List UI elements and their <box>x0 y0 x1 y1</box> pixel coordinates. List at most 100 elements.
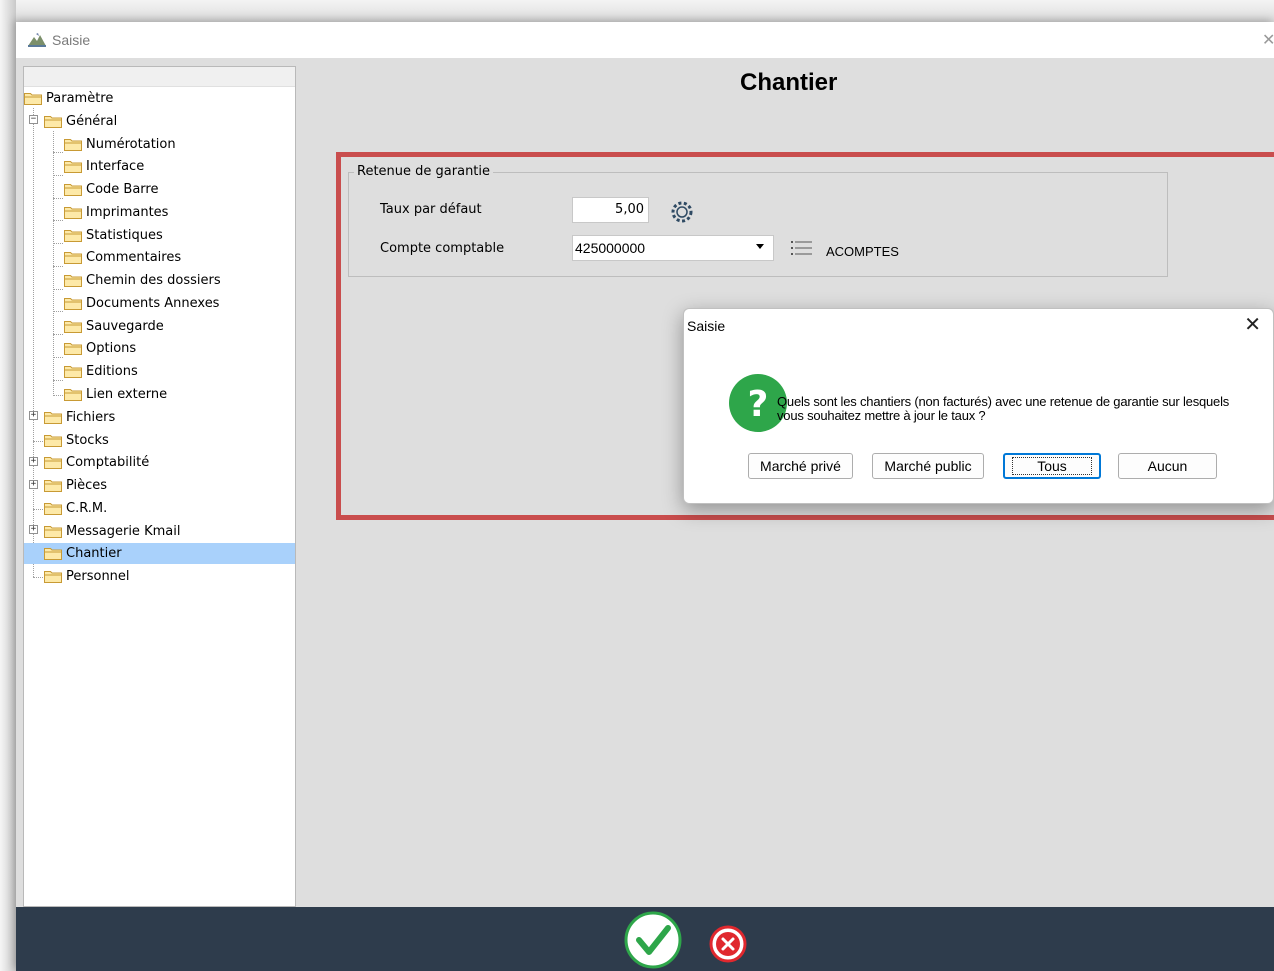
window-titlebar: Saisie ✕ <box>16 22 1274 58</box>
tree-item-label: Général <box>66 114 118 129</box>
tree-item-stocks[interactable]: Stocks <box>44 430 109 451</box>
page-title: Chantier <box>740 69 838 96</box>
tree-item-personnel[interactable]: Personnel <box>44 566 130 587</box>
folder-icon <box>64 366 82 378</box>
tree-expander[interactable]: + <box>29 525 38 534</box>
tree-guide <box>53 357 63 358</box>
tree-guide <box>53 334 63 335</box>
tree-item-interface[interactable]: Interface <box>64 156 144 177</box>
retenue-groupbox <box>348 172 1168 277</box>
tree-guide <box>53 152 63 153</box>
confirm-dialog: Saisie ✕ ? Quels sont les chantiers (non… <box>683 308 1274 504</box>
dialog-close-button[interactable]: ✕ <box>1244 315 1261 335</box>
tree-item-fichiers[interactable]: Fichiers <box>44 407 115 428</box>
chevron-down-icon[interactable] <box>756 244 764 249</box>
tree-guide <box>33 577 43 578</box>
tree-item-label: Interface <box>86 159 145 174</box>
account-label: Compte comptable <box>380 241 505 256</box>
tous-button[interactable]: Tous <box>1003 453 1101 479</box>
tree-item-label: Statistiques <box>86 228 163 243</box>
tree-guide <box>33 108 34 577</box>
tree-item-label: Personnel <box>66 569 130 584</box>
tree-item-lien-externe[interactable]: Lien externe <box>64 384 167 405</box>
tree-item-comptabilite[interactable]: Comptabilité <box>44 452 149 473</box>
tree-item-numerotation[interactable]: Numérotation <box>64 134 176 155</box>
tree-expander[interactable]: + <box>29 480 38 489</box>
tree-guide <box>53 266 63 267</box>
tree-header <box>24 67 295 87</box>
tree-item-options[interactable]: Options <box>64 338 136 359</box>
tree-expander[interactable]: + <box>29 411 38 420</box>
tree-item-label: Imprimantes <box>86 205 169 220</box>
tree-expander[interactable]: − <box>29 115 38 124</box>
marche-public-button[interactable]: Marché public <box>872 453 984 479</box>
tree-guide <box>53 395 63 396</box>
tree-item-documents-annexes[interactable]: Documents Annexes <box>64 293 219 314</box>
tree-item-messagerie-kmail[interactable]: Messagerie Kmail <box>44 521 180 542</box>
tree-item-commentaires[interactable]: Commentaires <box>64 247 181 268</box>
tree-item-imprimantes[interactable]: Imprimantes <box>64 202 168 223</box>
tree-item-label: Fichiers <box>66 410 116 425</box>
gear-icon[interactable] <box>667 198 697 226</box>
rate-input[interactable]: 5,00 <box>572 197 649 223</box>
tree-item-label: Sauvegarde <box>86 319 164 334</box>
tree-item-code-barre[interactable]: Code Barre <box>64 179 158 200</box>
account-name: ACOMPTES <box>826 244 899 259</box>
tree-guide <box>53 243 63 244</box>
folder-icon <box>64 230 82 242</box>
tree-item-label: Lien externe <box>86 387 168 402</box>
cancel-icon[interactable] <box>709 925 747 963</box>
folder-icon <box>44 412 62 424</box>
tree-item-sauvegarde[interactable]: Sauvegarde <box>64 316 164 337</box>
tree-item-pieces[interactable]: Pièces <box>44 475 107 496</box>
folder-icon <box>44 571 62 583</box>
account-select[interactable]: 425000000 <box>572 235 774 261</box>
tree-item-editions[interactable]: Editions <box>64 361 138 382</box>
folder-icon <box>64 343 82 355</box>
tree-guide <box>53 289 63 290</box>
window-close-button[interactable]: ✕ <box>1262 30 1274 48</box>
marche-prive-button[interactable]: Marché privé <box>748 453 853 479</box>
folder-icon <box>24 93 42 105</box>
tree-item-statistiques[interactable]: Statistiques <box>64 225 163 246</box>
tree-item-general[interactable]: Général <box>44 111 117 132</box>
bottom-action-bar <box>16 907 1274 971</box>
tree-item-label: Editions <box>86 364 138 379</box>
folder-icon <box>64 207 82 219</box>
tous-button-label: Tous <box>1012 457 1092 475</box>
tree-item-label: Pièces <box>66 478 108 493</box>
folder-icon <box>44 503 62 515</box>
tree-guide <box>53 311 63 312</box>
list-icon[interactable] <box>791 240 813 256</box>
tree-item-label: Stocks <box>66 433 109 448</box>
tree-expander[interactable]: + <box>29 457 38 466</box>
folder-icon <box>64 139 82 151</box>
folder-icon <box>64 252 82 264</box>
tree-item-label: Paramètre <box>46 91 114 106</box>
retenue-group-label: Retenue de garantie <box>354 164 494 179</box>
tree-item-crm[interactable]: C.R.M. <box>44 498 107 519</box>
landscape-icon <box>28 33 46 47</box>
tree-item-label: Documents Annexes <box>86 296 220 311</box>
checkmark-icon[interactable] <box>624 911 682 969</box>
tree-guide <box>53 380 63 381</box>
folder-icon <box>64 389 82 401</box>
folder-icon <box>64 161 82 173</box>
tree-item-chemin-des-dossiers[interactable]: Chemin des dossiers <box>64 270 221 291</box>
tree-item-parametre[interactable]: Paramètre <box>24 88 113 109</box>
tree-guide <box>53 175 63 176</box>
folder-icon <box>44 435 62 447</box>
tree-item-chantier[interactable]: Chantier <box>24 543 295 564</box>
settings-tree[interactable]: − + + + + Paramètre Général Numérotation… <box>23 66 296 907</box>
tree-item-label: Options <box>86 341 137 356</box>
tree-item-label: Chantier <box>66 546 122 561</box>
dialog-message-line: vous souhaitez mettre à jour le taux ? <box>777 408 986 423</box>
folder-icon <box>44 116 62 128</box>
aucun-button[interactable]: Aucun <box>1118 453 1217 479</box>
window-title: Saisie <box>52 32 91 48</box>
tree-guide <box>33 441 43 442</box>
svg-text:?: ? <box>748 384 769 425</box>
tree-guide <box>53 198 63 199</box>
dialog-title: Saisie <box>687 318 726 334</box>
folder-icon <box>44 457 62 469</box>
